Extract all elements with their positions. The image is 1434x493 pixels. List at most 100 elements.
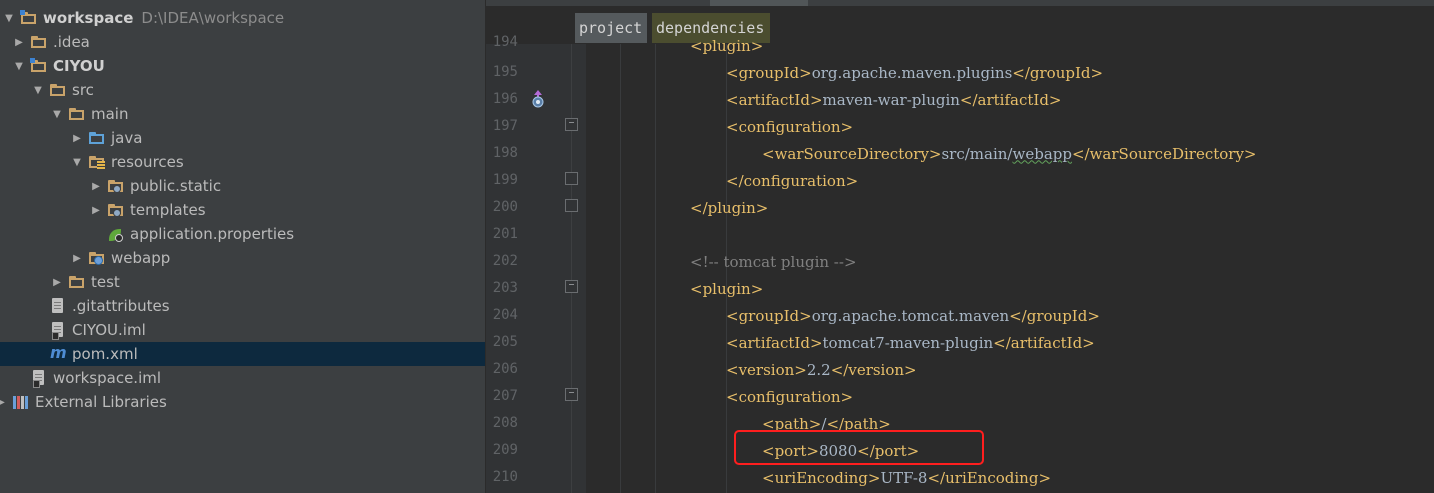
- xml-value: org.apache.tomcat.maven: [811, 306, 1010, 325]
- web-folder-icon: [88, 250, 106, 266]
- folder-icon: [30, 34, 48, 50]
- xml-value-spellcheck: webapp: [1012, 144, 1072, 163]
- chevron-right-icon[interactable]: ▶: [50, 275, 64, 289]
- resources-folder-icon: [88, 154, 106, 170]
- code-editor: project dependencies 194 195 196 197 198…: [486, 0, 1434, 493]
- fold-toggle-icon[interactable]: [565, 118, 578, 131]
- code-line-200: </plugin>: [690, 194, 768, 221]
- tree-label: public.static: [130, 177, 222, 195]
- chevron-right-icon[interactable]: ▶: [12, 35, 26, 49]
- line-number: 194: [492, 34, 518, 50]
- code-line-206: <version> 2.2 </version>: [726, 356, 917, 383]
- tree-label: resources: [111, 153, 184, 171]
- tree-node-application-properties[interactable]: application.properties: [0, 222, 485, 246]
- tree-node-external-libraries[interactable]: ▶ External Libraries: [0, 390, 485, 414]
- xml-tag: <warSourceDirectory>: [762, 144, 942, 163]
- chevron-right-icon[interactable]: ▶: [89, 203, 103, 217]
- tree-label: pom.xml: [72, 345, 138, 363]
- line-number: 197: [492, 118, 518, 134]
- xml-value: src/main/: [941, 144, 1013, 163]
- xml-tag: <uriEncoding>: [762, 468, 881, 487]
- line-number: 201: [492, 226, 518, 242]
- source-folder-icon: [88, 130, 106, 146]
- xml-tag: <configuration>: [726, 117, 854, 136]
- folder-icon: [68, 274, 86, 290]
- tree-node-java[interactable]: ▶ java: [0, 126, 485, 150]
- xml-value: tomcat7-maven-plugin: [822, 333, 994, 352]
- xml-tag: <plugin>: [690, 279, 764, 298]
- line-number: 204: [492, 307, 518, 323]
- xml-value: 2.2: [806, 360, 831, 379]
- tree-node-workspace-iml[interactable]: workspace.iml: [0, 366, 485, 390]
- tree-label: CIYOU.iml: [72, 321, 146, 339]
- tree-node-resources[interactable]: ▼ resources: [0, 150, 485, 174]
- code-line-199: </configuration>: [726, 167, 858, 194]
- xml-tag: </artifactId>: [993, 333, 1095, 352]
- project-tree-panel: ▼ workspace D:\IDEA\workspace ▶ .idea ▼ …: [0, 0, 485, 493]
- line-number: 208: [492, 415, 518, 431]
- maven-pom-icon: m: [50, 343, 67, 362]
- line-number: 205: [492, 334, 518, 350]
- code-line-196: <artifactId> maven-war-plugin </artifactId…: [726, 86, 1062, 113]
- tree-node-workspace[interactable]: ▼ workspace D:\IDEA\workspace: [0, 6, 485, 30]
- breadcrumb-project[interactable]: project: [575, 13, 647, 43]
- folder-icon: [49, 82, 67, 98]
- maven-plugin-gutter-icon[interactable]: [530, 90, 546, 108]
- chevron-down-icon[interactable]: ▼: [2, 11, 16, 25]
- xml-value: maven-war-plugin: [822, 90, 960, 109]
- chevron-down-icon[interactable]: ▼: [31, 83, 45, 97]
- chevron-down-icon[interactable]: ▼: [70, 155, 84, 169]
- tree-node-templates[interactable]: ▶ templates: [0, 198, 485, 222]
- tree-node-ciyou[interactable]: ▼ CIYOU: [0, 54, 485, 78]
- xml-tag: <groupId>: [726, 306, 812, 325]
- text-file-icon: [49, 298, 67, 314]
- chevron-right-icon[interactable]: ▶: [70, 251, 84, 265]
- code-line-198: <warSourceDirectory> src/main/webapp </war…: [762, 140, 1257, 167]
- code-line-202: <!-- tomcat plugin -->: [690, 248, 857, 275]
- line-number: 202: [492, 253, 518, 269]
- line-number: 210: [492, 469, 518, 485]
- folder-icon: [68, 106, 86, 122]
- tree-node-pom-xml[interactable]: m pom.xml: [0, 342, 485, 366]
- fold-end-icon[interactable]: [565, 199, 578, 212]
- tree-node-src[interactable]: ▼ src: [0, 78, 485, 102]
- xml-tag: </groupId>: [1009, 306, 1100, 325]
- tree-label: webapp: [111, 249, 171, 267]
- tree-node-webapp[interactable]: ▶ webapp: [0, 246, 485, 270]
- xml-breadcrumbs: project dependencies: [486, 6, 1434, 44]
- tree-node-main[interactable]: ▼ main: [0, 102, 485, 126]
- fold-toggle-icon[interactable]: [565, 280, 578, 293]
- chevron-right-icon[interactable]: ▶: [0, 395, 8, 409]
- tree-node-idea[interactable]: ▶ .idea: [0, 30, 485, 54]
- code-line-210: <uriEncoding> UTF-8 </uriEncoding>: [762, 464, 1051, 491]
- tree-node-test[interactable]: ▶ test: [0, 270, 485, 294]
- port-highlight-box: [734, 430, 984, 465]
- xml-tag: <artifactId>: [726, 90, 823, 109]
- folder-icon: [107, 178, 125, 194]
- tree-label: workspace: [43, 9, 134, 27]
- tree-node-public-static[interactable]: ▶ public.static: [0, 174, 485, 198]
- spring-properties-icon: [107, 226, 125, 242]
- xml-value: UTF-8: [880, 468, 928, 487]
- chevron-down-icon[interactable]: ▼: [12, 59, 26, 73]
- xml-tag: </uriEncoding>: [927, 468, 1052, 487]
- chevron-down-icon[interactable]: ▼: [50, 107, 64, 121]
- code-line-204: <groupId> org.apache.tomcat.maven </groupI…: [726, 302, 1100, 329]
- module-folder-icon: [20, 10, 38, 26]
- tree-node-gitattributes[interactable]: .gitattributes: [0, 294, 485, 318]
- module-folder-icon: [30, 58, 48, 74]
- xml-comment: <!-- tomcat plugin -->: [690, 252, 857, 271]
- line-number: 199: [492, 172, 518, 188]
- tree-label: src: [72, 81, 94, 99]
- chevron-right-icon[interactable]: ▶: [89, 179, 103, 193]
- line-number: 196: [492, 91, 518, 107]
- tree-path: D:\IDEA\workspace: [141, 9, 285, 27]
- fold-toggle-icon[interactable]: [565, 388, 578, 401]
- xml-tag: </artifactId>: [959, 90, 1062, 109]
- tree-label: test: [91, 273, 120, 291]
- tree-label: main: [91, 105, 129, 123]
- fold-end-icon[interactable]: [565, 172, 578, 185]
- tree-node-ciyou-iml[interactable]: CIYOU.iml: [0, 318, 485, 342]
- indent-guide: [620, 44, 621, 493]
- chevron-right-icon[interactable]: ▶: [70, 131, 84, 145]
